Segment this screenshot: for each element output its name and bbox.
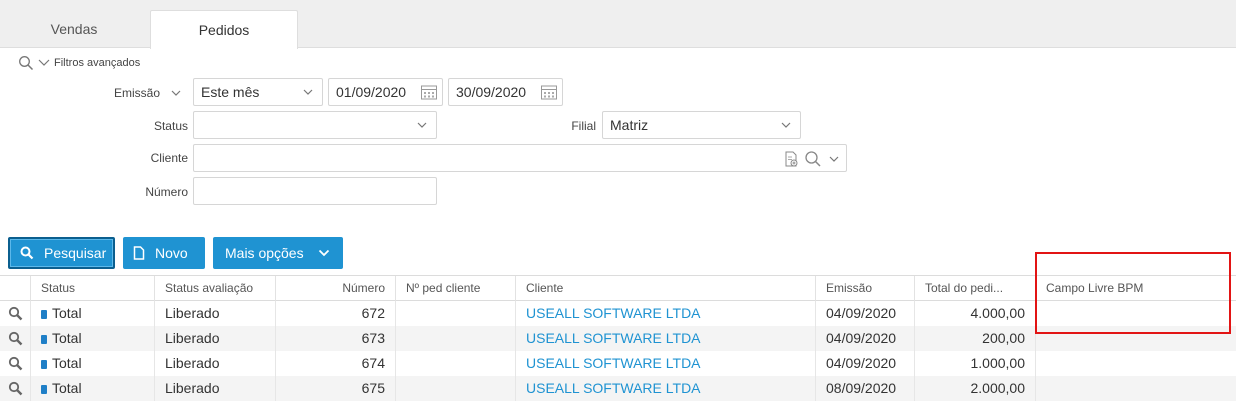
- cell-numero: 675: [275, 376, 395, 401]
- cell-emissao: 04/09/2020: [815, 301, 914, 326]
- date-to-value: 30/09/2020: [456, 84, 527, 100]
- status-select[interactable]: [193, 111, 437, 139]
- date-from-value: 01/09/2020: [336, 84, 407, 100]
- cell-status: Total: [30, 301, 154, 326]
- cell-total: 200,00: [914, 326, 1035, 351]
- cliente-field[interactable]: [193, 144, 847, 172]
- document-icon: [133, 246, 145, 260]
- col-total[interactable]: Total do pedi...: [914, 276, 1035, 301]
- status-indicator-icon: [41, 335, 47, 344]
- tab-vendas[interactable]: Vendas: [0, 10, 148, 49]
- tab-bar: Vendas Pedidos: [0, 0, 1236, 49]
- col-numero[interactable]: Número: [275, 276, 395, 301]
- view-row-icon[interactable]: [8, 306, 23, 321]
- cell-total: 1.000,00: [914, 351, 1035, 376]
- cell-cliente[interactable]: USEALL SOFTWARE LTDA: [515, 351, 815, 376]
- cell-cliente[interactable]: USEALL SOFTWARE LTDA: [515, 326, 815, 351]
- date-from-field[interactable]: 01/09/2020: [328, 78, 443, 106]
- view-row-icon[interactable]: [8, 331, 23, 346]
- cell-ped-cliente: [395, 376, 515, 401]
- cell-status-avaliacao: Liberado: [154, 326, 275, 351]
- status-label: Status: [153, 119, 188, 133]
- col-emissao[interactable]: Emissão: [815, 276, 914, 301]
- more-options-button[interactable]: Mais opções: [213, 237, 343, 269]
- col-ped-cliente[interactable]: Nº ped cliente: [395, 276, 515, 301]
- cell-status-avaliacao: Liberado: [154, 301, 275, 326]
- chevron-down-icon[interactable]: [828, 154, 840, 164]
- col-cliente[interactable]: Cliente: [515, 276, 815, 301]
- cell-emissao: 08/09/2020: [815, 376, 914, 401]
- col-status[interactable]: Status: [30, 276, 154, 301]
- cell-cliente[interactable]: USEALL SOFTWARE LTDA: [515, 376, 815, 401]
- cell-ped-cliente: [395, 301, 515, 326]
- cell-campo-livre-bpm: [1035, 351, 1236, 376]
- status-indicator-icon: [41, 385, 47, 394]
- emissao-period-select[interactable]: Este mês: [193, 78, 323, 106]
- view-row-icon[interactable]: [8, 356, 23, 371]
- cell-status-avaliacao: Liberado: [154, 351, 275, 376]
- search-icon: [20, 246, 34, 260]
- col-status-avaliacao[interactable]: Status avaliação: [154, 276, 275, 301]
- table-row[interactable]: Total Liberado 674 USEALL SOFTWARE LTDA 04/0…: [0, 351, 1236, 376]
- search-button-label: Pesquisar: [44, 245, 107, 261]
- search-icon: [19, 56, 34, 71]
- cell-ped-cliente: [395, 351, 515, 376]
- cell-campo-livre-bpm: [1035, 376, 1236, 401]
- highlight-box: [1035, 252, 1231, 334]
- chevron-down-icon: [781, 122, 791, 128]
- search-button[interactable]: Pesquisar: [8, 237, 115, 269]
- cell-numero: 673: [275, 326, 395, 351]
- calendar-icon[interactable]: [540, 83, 558, 101]
- cell-emissao: 04/09/2020: [815, 351, 914, 376]
- search-icon[interactable]: [804, 150, 822, 168]
- cell-numero: 674: [275, 351, 395, 376]
- emissao-mode-chevron-icon[interactable]: [170, 88, 182, 98]
- cell-ped-cliente: [395, 326, 515, 351]
- view-row-icon[interactable]: [8, 381, 23, 396]
- cell-cliente[interactable]: USEALL SOFTWARE LTDA: [515, 301, 815, 326]
- filial-select[interactable]: Matriz: [602, 111, 801, 139]
- new-button[interactable]: Novo: [123, 237, 205, 269]
- status-indicator-icon: [41, 310, 47, 319]
- cell-emissao: 04/09/2020: [815, 326, 914, 351]
- status-text: Total: [52, 355, 82, 371]
- cell-status: Total: [30, 326, 154, 351]
- cell-total: 4.000,00: [914, 301, 1035, 326]
- chevron-down-icon: [303, 89, 313, 95]
- status-text: Total: [52, 380, 82, 396]
- cell-status: Total: [30, 376, 154, 401]
- numero-label: Número: [145, 185, 188, 199]
- filial-label: Filial: [571, 119, 596, 133]
- emissao-period-value: Este mês: [201, 84, 260, 100]
- cell-numero: 672: [275, 301, 395, 326]
- cell-total: 2.000,00: [914, 376, 1035, 401]
- status-text: Total: [52, 305, 82, 321]
- chevron-down-icon: [318, 249, 329, 257]
- emissao-label: Emissão: [113, 86, 160, 100]
- chevron-down-icon: [38, 59, 50, 66]
- cliente-label: Cliente: [150, 151, 188, 165]
- filial-value: Matriz: [610, 117, 649, 133]
- tab-pedidos[interactable]: Pedidos: [150, 10, 298, 49]
- table-row[interactable]: Total Liberado 675 USEALL SOFTWARE LTDA 08/0…: [0, 376, 1236, 401]
- cell-status-avaliacao: Liberado: [154, 376, 275, 401]
- date-to-field[interactable]: 30/09/2020: [448, 78, 563, 106]
- new-button-label: Novo: [155, 245, 188, 261]
- calendar-icon[interactable]: [420, 83, 438, 101]
- document-add-icon[interactable]: [784, 151, 798, 167]
- advanced-filters-toggle[interactable]: Filtros avançados: [18, 55, 140, 71]
- status-text: Total: [52, 330, 82, 346]
- advanced-filters-label: Filtros avançados: [54, 57, 141, 69]
- numero-field[interactable]: [193, 177, 437, 205]
- cell-status: Total: [30, 351, 154, 376]
- more-options-label: Mais opções: [225, 245, 304, 261]
- status-indicator-icon: [41, 360, 47, 369]
- chevron-down-icon: [417, 122, 427, 128]
